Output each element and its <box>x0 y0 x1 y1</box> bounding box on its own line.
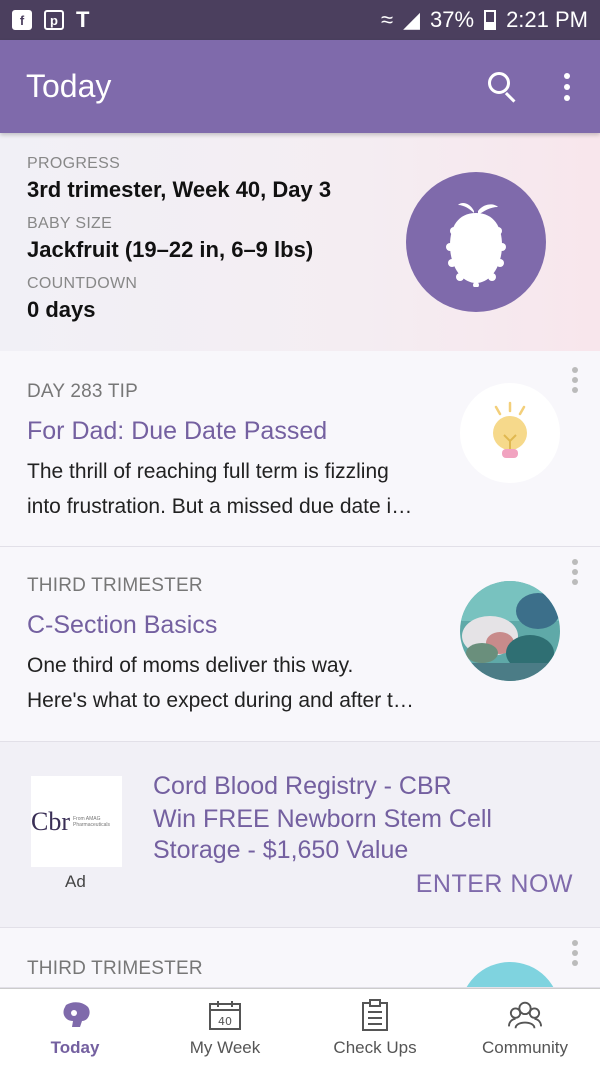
enter-now-button[interactable]: ENTER NOW <box>416 870 573 899</box>
bottom-navigation: Today 40 My Week Check Ups Community <box>0 988 600 1066</box>
progress-label: PROGRESS <box>27 155 121 172</box>
app-bar: Today <box>0 40 600 133</box>
ad-label: Ad <box>65 872 86 891</box>
status-bar: f p T ≈ ◢ 37% 2:21 PM <box>0 0 600 40</box>
page-title: Today <box>26 68 112 104</box>
ad-title[interactable]: Cord Blood Registry - CBR <box>153 772 452 801</box>
nav-community[interactable]: Community <box>450 989 600 1066</box>
card-body: One third of moms deliver this way. Here… <box>27 654 414 712</box>
facebook-icon: f <box>12 10 32 30</box>
messenger-icon: p <box>44 10 64 30</box>
clipboard-icon <box>358 998 392 1032</box>
calendar-icon: 40 <box>208 998 242 1032</box>
wifi-icon: ≈ <box>381 7 394 32</box>
jackfruit-icon[interactable] <box>406 172 546 312</box>
ad-card[interactable]: Cbr From AMAG Pharmaceuticals Ad Cord Bl… <box>0 742 600 928</box>
clock: 2:21 PM <box>506 7 588 32</box>
card-overflow-menu-icon[interactable] <box>572 940 578 966</box>
nav-my-week[interactable]: 40 My Week <box>150 989 300 1066</box>
svg-text:40: 40 <box>218 1015 232 1028</box>
tmobile-icon: T <box>76 7 90 32</box>
battery-percent: 37% <box>430 7 475 32</box>
card-overflow-menu-icon[interactable] <box>572 367 578 393</box>
progress-card[interactable]: PROGRESS 3rd trimester, Week 40, Day 3 B… <box>0 133 600 351</box>
nav-check-ups[interactable]: Check Ups <box>300 989 450 1066</box>
community-icon <box>508 998 542 1032</box>
article-card-partial[interactable]: THIRD TRIMESTER <box>0 928 600 988</box>
lightbulb-icon <box>460 383 560 483</box>
card-overflow-menu-icon[interactable] <box>572 559 578 585</box>
tip-card[interactable]: DAY 283 TIP For Dad: Due Date Passed The… <box>0 351 600 547</box>
baby-icon <box>58 998 92 1032</box>
ad-description: Win FREE Newborn Stem Cell Storage - $1,… <box>153 805 492 864</box>
nav-today[interactable]: Today <box>0 989 150 1066</box>
search-icon[interactable] <box>486 70 520 104</box>
card-body: The thrill of reaching full term is fizz… <box>27 460 413 518</box>
c-section-photo <box>460 581 560 681</box>
article-card[interactable]: THIRD TRIMESTER C-Section Basics One thi… <box>0 547 600 742</box>
overflow-menu-icon[interactable] <box>560 72 574 101</box>
cbr-logo: Cbr From AMAG Pharmaceuticals <box>31 776 122 867</box>
signal-icon: ◢ <box>403 7 421 32</box>
battery-icon <box>484 10 497 30</box>
